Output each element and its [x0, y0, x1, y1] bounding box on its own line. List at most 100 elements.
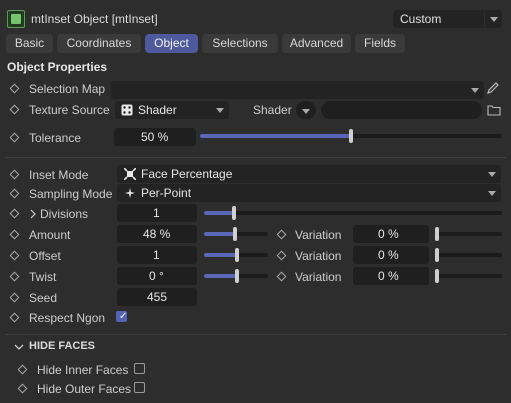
keyframe-diamond-icon[interactable] [9, 292, 20, 303]
keyframe-diamond-icon[interactable] [17, 383, 28, 394]
keyframe-diamond-icon[interactable] [9, 169, 20, 180]
chevron-down-icon [484, 10, 502, 28]
object-title: mtInset Object [mtInset] [31, 12, 158, 26]
chevron-down-icon [216, 108, 224, 113]
chevron-down-icon [471, 88, 479, 93]
twist-slider[interactable] [204, 269, 268, 283]
keyframe-diamond-icon[interactable] [9, 229, 20, 240]
tab-fields[interactable]: Fields [355, 34, 405, 53]
amount-value: 48 % [143, 227, 171, 241]
twist-field[interactable]: 0 ° [117, 267, 197, 285]
divisions-value: 1 [153, 206, 160, 220]
twist-variation-slider-knob[interactable] [435, 269, 439, 283]
divider [5, 334, 506, 335]
section-title: Object Properties [7, 60, 108, 74]
keyframe-diamond-icon[interactable] [276, 250, 287, 261]
selection-map-field[interactable] [111, 81, 484, 99]
amount-variation-field[interactable]: 0 % [353, 225, 429, 243]
shader-label: Shader [253, 103, 292, 117]
tolerance-value: 50 % [141, 130, 169, 144]
sampling-mode-label: Sampling Mode [29, 187, 113, 201]
twist-value: 0 ° [149, 269, 164, 283]
tab-selections[interactable]: Selections [202, 34, 278, 53]
offset-variation-field[interactable]: 0 % [353, 246, 429, 264]
amount-slider[interactable] [204, 227, 268, 241]
chevron-right-icon[interactable] [29, 209, 37, 219]
offset-slider-fill [204, 253, 236, 257]
shader-menu-button[interactable] [296, 101, 316, 119]
keyframe-diamond-icon[interactable] [276, 229, 287, 240]
sampling-mode-dropdown[interactable]: Per-Point [117, 184, 501, 202]
amount-variation-slider-knob[interactable] [435, 227, 439, 241]
amount-variation-label: Variation [295, 228, 342, 242]
amount-slider-knob[interactable] [233, 227, 237, 241]
twist-variation-field[interactable]: 0 % [353, 267, 429, 285]
divisions-slider-knob[interactable] [232, 206, 236, 220]
divisions-label: Divisions [40, 207, 89, 221]
keyframe-diamond-icon[interactable] [9, 312, 20, 323]
twist-label: Twist [29, 270, 57, 284]
keyframe-diamond-icon[interactable] [9, 188, 20, 199]
offset-label: Offset [29, 249, 61, 263]
offset-field[interactable]: 1 [117, 246, 197, 264]
keyframe-diamond-icon[interactable] [9, 208, 20, 219]
divisions-slider-fill [204, 211, 234, 215]
tab-advanced[interactable]: Advanced [282, 34, 351, 53]
chevron-down-icon [488, 191, 496, 196]
divisions-slider[interactable] [204, 206, 502, 220]
selection-map-label: Selection Map [29, 82, 106, 96]
keyframe-diamond-icon[interactable] [276, 271, 287, 282]
offset-slider-knob[interactable] [235, 248, 239, 262]
keyframe-diamond-icon[interactable] [9, 132, 20, 143]
keyframe-diamond-icon[interactable] [9, 104, 20, 115]
picker-pencil-icon[interactable] [486, 81, 500, 95]
chevron-down-icon [302, 109, 310, 114]
seed-value: 455 [147, 290, 168, 304]
object-cube-icon [7, 10, 25, 28]
tolerance-slider-knob[interactable] [349, 129, 353, 143]
inset-mode-dropdown[interactable]: Face Percentage [117, 165, 501, 183]
inset-mode-value: Face Percentage [141, 167, 233, 181]
hide-inner-faces-checkbox[interactable] [134, 363, 145, 374]
amount-label: Amount [29, 228, 71, 242]
amount-variation-slider[interactable] [435, 227, 502, 241]
face-inset-icon [124, 168, 136, 180]
amount-field[interactable]: 48 % [117, 225, 197, 243]
offset-variation-slider-knob[interactable] [435, 248, 439, 262]
chevron-down-icon[interactable] [14, 343, 24, 351]
twist-slider-knob[interactable] [235, 269, 239, 283]
folder-icon[interactable] [487, 104, 501, 116]
hide-outer-faces-label: Hide Outer Faces [37, 382, 132, 396]
keyframe-diamond-icon[interactable] [9, 83, 20, 94]
tolerance-slider-fill [200, 134, 351, 138]
keyframe-diamond-icon[interactable] [9, 250, 20, 261]
hide-outer-faces-checkbox[interactable] [134, 382, 145, 393]
respect-ngon-checkbox[interactable]: ✓ [116, 311, 127, 322]
tab-basic[interactable]: Basic [6, 34, 53, 53]
sampling-mode-value: Per-Point [141, 186, 192, 200]
tolerance-slider[interactable] [200, 129, 502, 143]
offset-slider[interactable] [204, 248, 268, 262]
twist-variation-label: Variation [295, 270, 342, 284]
twist-slider-fill [204, 274, 236, 278]
keyframe-diamond-icon[interactable] [17, 364, 28, 375]
checkmark-icon: ✓ [119, 311, 128, 322]
texture-source-label: Texture Source [29, 103, 110, 117]
preset-dropdown[interactable]: Custom [393, 10, 502, 28]
tolerance-field[interactable]: 50 % [114, 128, 196, 146]
amount-variation-value: 0 % [378, 227, 399, 241]
offset-variation-value: 0 % [378, 248, 399, 262]
divisions-field[interactable]: 1 [117, 204, 197, 222]
offset-variation-slider[interactable] [435, 248, 502, 262]
shader-field[interactable] [321, 101, 482, 119]
texture-source-value: Shader [138, 103, 177, 117]
tab-object[interactable]: Object [145, 34, 198, 53]
keyframe-diamond-icon[interactable] [9, 271, 20, 282]
preset-label: Custom [400, 12, 442, 26]
twist-variation-slider[interactable] [435, 269, 502, 283]
twist-variation-value: 0 % [378, 269, 399, 283]
seed-field[interactable]: 455 [117, 288, 197, 306]
inset-mode-label: Inset Mode [29, 168, 89, 182]
tab-coordinates[interactable]: Coordinates [57, 34, 141, 53]
texture-source-dropdown[interactable]: Shader [115, 101, 229, 119]
